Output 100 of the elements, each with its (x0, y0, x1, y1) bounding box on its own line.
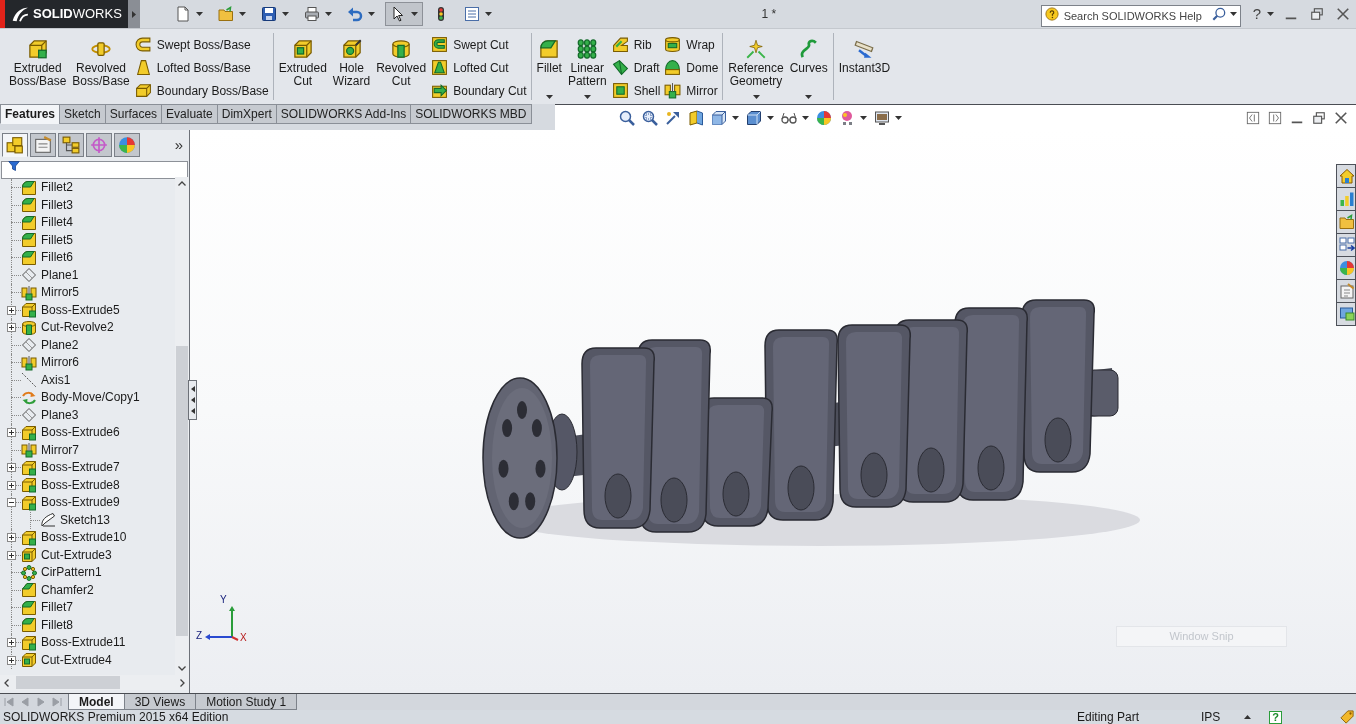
expand-tab-button[interactable] (128, 0, 140, 28)
help-button[interactable]: ? (1252, 6, 1274, 22)
plus-box-icon[interactable] (7, 463, 16, 472)
tree-item[interactable]: Fillet2 (41, 180, 73, 196)
tree-item[interactable]: Fillet5 (41, 232, 73, 248)
tree-item[interactable]: Body-Move/Copy1 (41, 390, 140, 406)
tree-item[interactable]: Mirror7 (41, 442, 79, 458)
tree-item[interactable]: Sketch13 (60, 512, 111, 528)
task-pane-tab[interactable] (1336, 302, 1356, 326)
command-button[interactable]: Swept Cut (429, 33, 529, 56)
plus-box-icon[interactable] (7, 550, 16, 560)
tree-item[interactable]: Mirror6 (41, 355, 79, 371)
tree-item[interactable]: Cut-Extrude3 (41, 547, 112, 563)
panel-tab[interactable] (58, 133, 84, 157)
command-button[interactable]: Revolved Cut (373, 33, 430, 101)
help-button[interactable]: ? (1269, 710, 1282, 724)
chevron-right-icon[interactable] (180, 678, 185, 687)
filter-field[interactable] (1, 161, 188, 179)
tree-item[interactable]: Boss-Extrude7 (41, 460, 120, 476)
tree-item[interactable]: Plane3 (41, 407, 79, 423)
command-button[interactable]: Extruded Cut (275, 33, 330, 101)
view-tool-button[interactable] (686, 107, 706, 128)
task-pane-tab[interactable] (1336, 279, 1356, 303)
tab[interactable]: Features (0, 104, 61, 124)
tree-item[interactable]: Mirror5 (41, 285, 79, 301)
tab[interactable]: Evaluate (161, 104, 218, 124)
plus-box-icon[interactable] (7, 305, 16, 315)
command-button[interactable]: Boundary Cut (429, 79, 529, 102)
tile-right-icon[interactable] (1268, 110, 1282, 125)
tab[interactable]: DimXpert (216, 104, 277, 124)
tree-item[interactable]: Fillet3 (41, 197, 73, 213)
command-button[interactable]: Swept Boss/Base (132, 33, 271, 56)
caret-up-icon[interactable] (1244, 715, 1251, 719)
vertical-scrollbar[interactable] (175, 177, 189, 675)
command-button[interactable]: Dome (662, 56, 721, 79)
task-pane-tab[interactable] (1336, 187, 1356, 211)
command-button[interactable]: Revolved Boss/Base (69, 33, 133, 101)
command-button[interactable]: Boundary Boss/Base (132, 79, 271, 102)
tree-item[interactable]: Chamfer2 (41, 582, 94, 598)
tree-item[interactable]: Boss-Extrude10 (41, 530, 127, 546)
plus-box-icon[interactable] (7, 655, 16, 665)
tab[interactable]: Sketch (59, 104, 106, 124)
command-button[interactable]: Shell (609, 79, 663, 102)
toolbar-button[interactable] (385, 2, 423, 26)
chevron-left-icon[interactable] (4, 678, 9, 687)
tree-item[interactable]: Axis1 (41, 372, 71, 388)
tile-left-icon[interactable] (1246, 110, 1260, 125)
task-pane-tab[interactable] (1336, 164, 1356, 188)
tree-item[interactable]: Fillet7 (41, 600, 73, 616)
command-button[interactable]: Hole Wizard (329, 33, 374, 101)
tree-item[interactable]: Cut-Revolve2 (41, 320, 114, 336)
tree-item[interactable]: Boss-Extrude6 (41, 425, 120, 441)
command-button[interactable]: Mirror (662, 79, 721, 102)
tab[interactable]: SOLIDWORKS Add-Ins (275, 104, 412, 124)
tree-item[interactable]: Fillet8 (41, 617, 73, 633)
tab[interactable]: SOLIDWORKS MBD (410, 104, 532, 124)
command-button[interactable]: Linear Pattern (564, 33, 610, 101)
tree-item[interactable]: Fillet6 (41, 250, 73, 266)
scrollbar-thumb[interactable] (16, 676, 120, 689)
task-pane-tab[interactable] (1336, 256, 1356, 280)
chevron-down-icon[interactable] (178, 666, 186, 671)
search-icon[interactable] (1211, 7, 1226, 21)
tag-icon[interactable] (1340, 710, 1354, 724)
command-button[interactable]: Reference Geometry (725, 33, 787, 101)
tab[interactable]: Motion Study 1 (195, 694, 298, 710)
restore-icon[interactable] (1310, 7, 1324, 21)
scrollbar-thumb[interactable] (176, 346, 188, 636)
tree-item[interactable]: Boss-Extrude11 (41, 635, 126, 651)
tree-item[interactable]: CirPattern1 (41, 565, 102, 581)
more-button[interactable]: » (174, 137, 183, 152)
minus-box-icon[interactable] (7, 498, 16, 507)
command-button[interactable]: Lofted Boss/Base (132, 56, 271, 79)
plus-box-icon[interactable] (7, 428, 16, 437)
task-pane-tab[interactable] (1336, 233, 1356, 257)
plus-box-icon[interactable] (7, 480, 16, 490)
tree-item[interactable]: Fillet4 (41, 215, 73, 231)
tree-item[interactable]: Boss-Extrude5 (41, 302, 120, 318)
collapse-handle[interactable] (188, 380, 197, 420)
command-button[interactable]: Draft (609, 56, 663, 79)
chevron-up-icon[interactable] (178, 181, 186, 186)
search-field[interactable]: Search SOLIDWORKS Help (1040, 5, 1241, 27)
plus-box-icon[interactable] (7, 638, 16, 647)
command-button[interactable]: Extruded Boss/Base (6, 33, 70, 101)
task-pane-tab[interactable] (1336, 210, 1356, 234)
panel-tab[interactable] (2, 133, 28, 157)
horizontal-scrollbar[interactable] (0, 675, 189, 690)
command-button[interactable]: Lofted Cut (429, 56, 529, 79)
tree-item[interactable]: Boss-Extrude9 (41, 495, 120, 511)
restore-icon[interactable] (1312, 110, 1326, 125)
plus-box-icon[interactable] (7, 323, 16, 332)
tab[interactable]: 3D Views (123, 694, 197, 710)
command-button[interactable]: Instant3D (835, 33, 894, 101)
command-button[interactable]: Fillet (533, 33, 565, 101)
panel-tab[interactable] (114, 133, 140, 157)
panel-tab[interactable] (30, 133, 56, 157)
tab[interactable]: Surfaces (104, 104, 163, 124)
command-button[interactable]: Wrap (662, 33, 721, 56)
caret-down-icon[interactable] (1229, 12, 1237, 16)
plus-box-icon[interactable] (7, 533, 16, 542)
tree-item[interactable]: Cut-Extrude4 (41, 652, 112, 668)
